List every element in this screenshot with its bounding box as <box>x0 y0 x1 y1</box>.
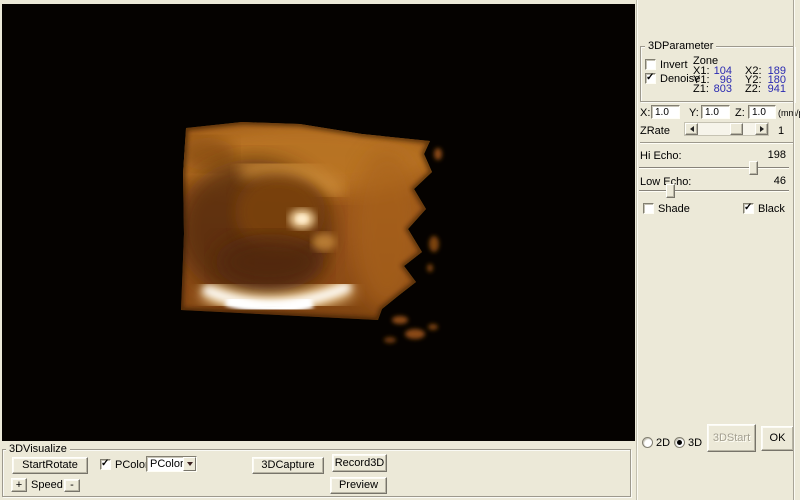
3d-radio-label: 3D <box>688 438 702 449</box>
pcolor-dropdown-arrow-button[interactable] <box>183 457 196 471</box>
x-scale-field[interactable]: 1.0 <box>651 105 680 119</box>
record3d-button[interactable]: Record3D <box>332 454 387 472</box>
zrate-scroll-thumb[interactable] <box>730 123 743 135</box>
visualize-group-title: 3DVisualize <box>6 443 70 455</box>
shade-checkbox[interactable] <box>643 203 654 214</box>
2d-radio[interactable] <box>642 437 653 448</box>
ok-button[interactable]: OK <box>761 426 794 451</box>
y-scale-label: Y: <box>689 108 699 119</box>
chevron-down-icon <box>187 462 193 466</box>
zone-z2-value: 941 <box>759 84 786 95</box>
parameter-group-title: 3DParameter <box>645 40 716 52</box>
low-echo-slider-thumb[interactable] <box>666 184 675 198</box>
scale-unit-label: (mm/p) <box>778 108 800 119</box>
low-echo-value: 46 <box>758 176 786 187</box>
pcolor-dropdown[interactable]: PColor <box>146 456 197 472</box>
zrate-scroll-right-button[interactable] <box>755 123 768 135</box>
scroll-right-icon <box>760 126 764 132</box>
invert-checkbox[interactable] <box>645 59 656 70</box>
speed-label: Speed <box>31 480 63 491</box>
3dstart-button[interactable]: 3DStart <box>707 424 756 452</box>
parameter-panel: 3DParameter Invert Denoise Zone X1: 104 … <box>637 0 800 500</box>
render-viewport[interactable] <box>2 4 635 441</box>
z-scale-field[interactable]: 1.0 <box>748 105 776 119</box>
zrate-scroll-left-button[interactable] <box>685 123 698 135</box>
speed-plus-button[interactable]: + <box>11 478 27 492</box>
preview-button[interactable]: Preview <box>330 477 387 494</box>
hi-echo-slider-track[interactable] <box>639 167 789 169</box>
zrate-value: 1 <box>778 126 784 137</box>
speed-minus-button[interactable]: - <box>64 479 80 492</box>
hi-echo-slider-thumb[interactable] <box>749 161 758 175</box>
denoise-checkbox[interactable] <box>645 73 656 84</box>
visualize-panel: 3DVisualize StartRotate + Speed - PColor… <box>0 441 636 500</box>
shade-label: Shade <box>658 204 690 215</box>
zrate-label: ZRate <box>640 126 670 137</box>
ultrasound-render <box>2 4 635 441</box>
zone-z1-value: 803 <box>705 84 732 95</box>
hi-echo-label: Hi Echo: <box>640 151 682 162</box>
3dcapture-button[interactable]: 3DCapture <box>252 457 324 474</box>
start-rotate-button[interactable]: StartRotate <box>12 457 88 474</box>
3d-radio[interactable] <box>674 437 685 448</box>
z-scale-label: Z: <box>735 108 745 119</box>
invert-label: Invert <box>660 60 688 71</box>
pcolor-label: PColor <box>115 460 149 471</box>
black-checkbox[interactable] <box>743 203 754 214</box>
2d-radio-label: 2D <box>656 438 670 449</box>
scroll-left-icon <box>690 126 694 132</box>
zrate-scrollbar[interactable] <box>684 122 769 136</box>
pcolor-dropdown-value: PColor <box>150 458 184 470</box>
low-echo-slider-track[interactable] <box>639 190 789 192</box>
separator <box>640 142 793 144</box>
black-label: Black <box>758 204 785 215</box>
y-scale-field[interactable]: 1.0 <box>701 105 730 119</box>
pcolor-checkbox[interactable] <box>100 459 111 470</box>
parameter-groupbox: 3DParameter Invert Denoise Zone X1: 104 … <box>640 46 795 102</box>
hi-echo-value: 198 <box>758 150 786 161</box>
x-scale-label: X: <box>640 108 650 119</box>
panel-edge-groove <box>793 0 794 500</box>
